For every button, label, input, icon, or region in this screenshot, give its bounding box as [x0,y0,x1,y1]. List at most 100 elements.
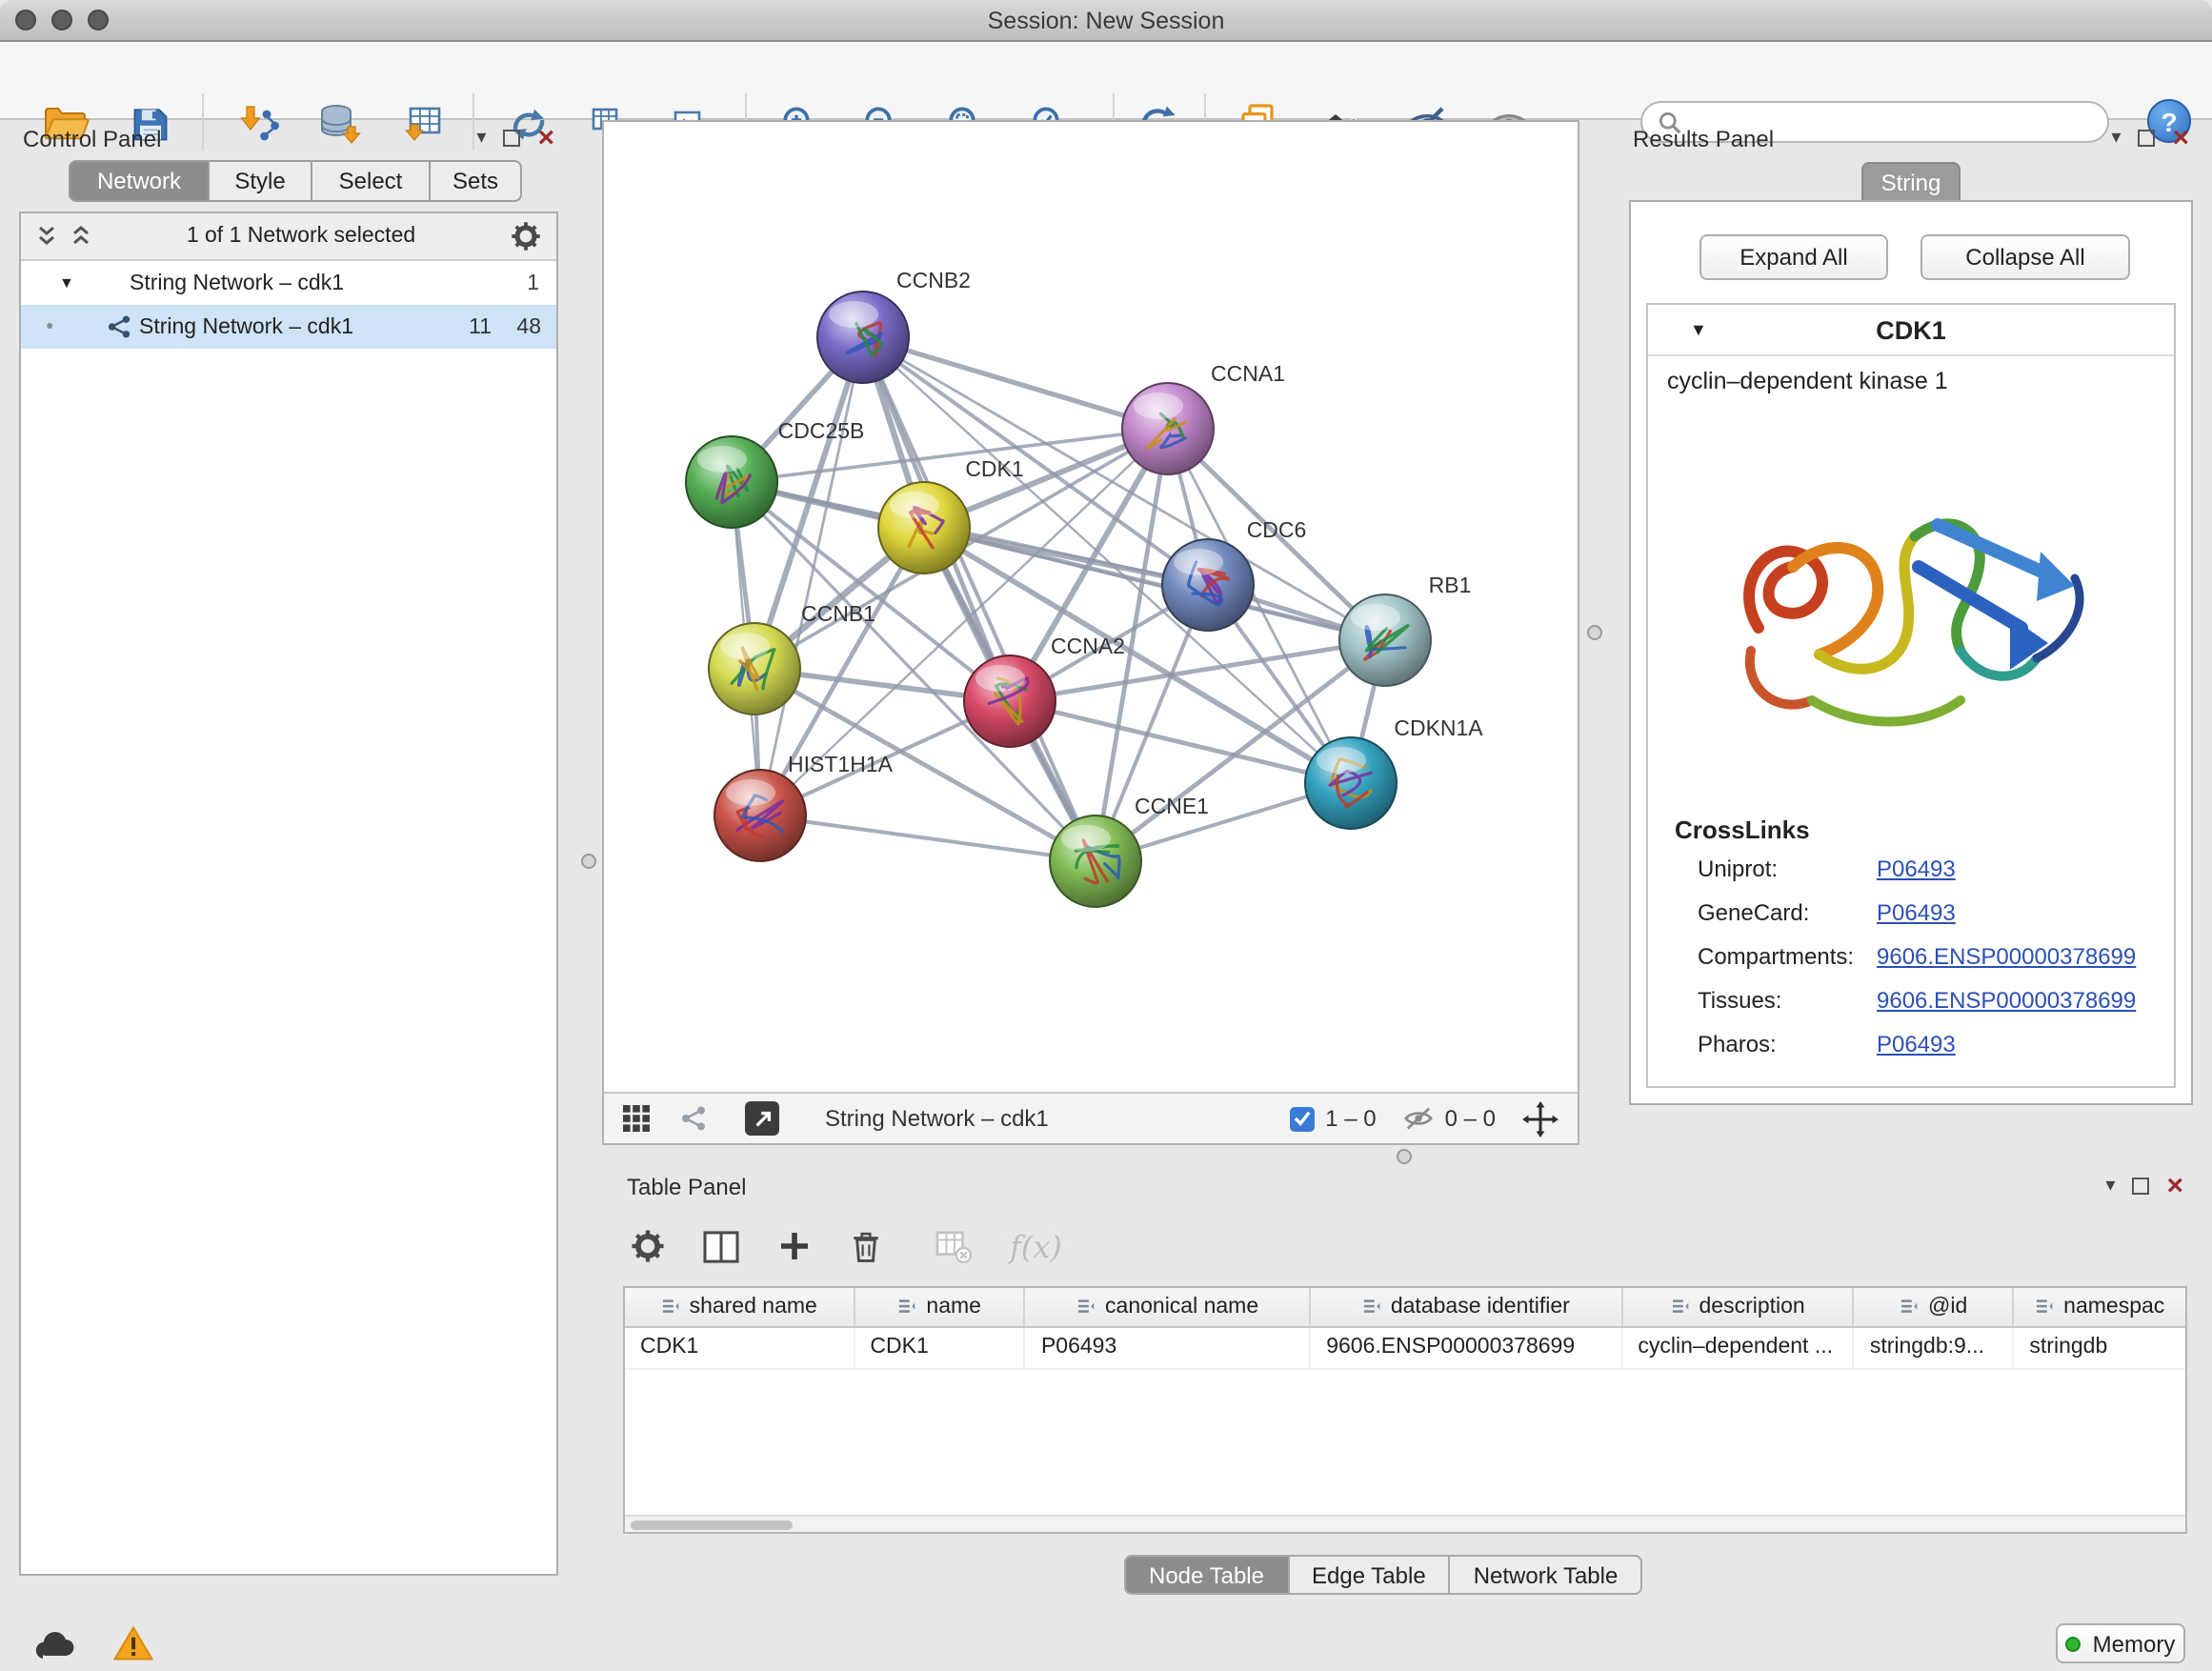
control-panel-collapse-icon[interactable]: ▾ [476,129,486,148]
memory-label: Memory [2093,1630,2176,1657]
cell-name: CDK1 [855,1328,1026,1368]
network-edge-count: 48 [516,315,541,338]
node-label-CCNA1: CCNA1 [1211,361,1285,386]
warning-status-icon[interactable] [112,1625,154,1661]
expand-all-networks-icon[interactable] [36,225,57,248]
collapse-all-networks-icon[interactable] [70,225,91,248]
table-panel-float-icon[interactable] [2132,1178,2149,1195]
string-network-icon [107,314,131,339]
table-panel-close-icon[interactable]: × [2166,1172,2183,1200]
network-view-title: String Network – cdk1 [825,1105,1049,1132]
node-label-CDC6: CDC6 [1247,517,1307,542]
control-panel-tabs: Network Style Select Sets [69,160,522,202]
delete-table-icon-disabled [935,1230,972,1262]
node-label-CDKN1A: CDKN1A [1394,715,1483,740]
network-collection-row[interactable]: ▼ String Network – cdk1 1 [21,261,556,305]
show-columns-icon[interactable] [703,1230,739,1262]
network-view-toolbar: String Network – cdk1 1 – 0 0 – 0 [604,1092,1578,1143]
column-header-database-identifier[interactable]: database identifier [1311,1288,1622,1326]
network-canvas[interactable]: CCNB2CCNA1CDC25BCDK1CDC6RB1CCNB1CCNA2CDK… [604,122,1578,1092]
table-options-gear-icon[interactable] [631,1229,665,1263]
results-panel-close-icon[interactable]: × [2172,124,2189,152]
birdseye-grid-icon[interactable] [623,1105,650,1132]
gene-description: cyclin–dependent kinase 1 [1667,368,1948,394]
bottom-splitter-grip[interactable] [1397,1149,1412,1164]
control-panel: Control Panel ▾ × Network Style Select S… [11,120,566,1608]
network-node-CDKN1A[interactable]: CDKN1A [1305,715,1483,829]
column-header-name[interactable]: name [855,1288,1026,1326]
column-label: namespac [2063,1296,2164,1319]
network-options-gear-icon[interactable] [511,221,541,252]
title-bar[interactable]: Session: New Session [0,0,2212,42]
column-header-namespace[interactable]: namespac [2014,1288,2185,1326]
cloud-status-icon[interactable] [30,1626,78,1661]
table-panel-collapse-icon[interactable]: ▾ [2105,1177,2115,1196]
memory-button[interactable]: Memory [2056,1623,2185,1663]
scrollbar-thumb[interactable] [631,1520,793,1530]
control-panel-close-icon[interactable]: × [537,124,554,152]
crosslink-value-pharos[interactable]: P06493 [1877,1031,1956,1057]
crosslink-value-uniprot[interactable]: P06493 [1877,856,1956,882]
column-header-description[interactable]: description [1622,1288,1854,1326]
left-splitter-grip[interactable] [581,854,596,869]
right-splitter-grip[interactable] [1587,625,1602,640]
open-in-browser-button[interactable] [745,1101,779,1136]
table-panel: Table Panel ▾ × [615,1168,2195,1608]
results-tab-string[interactable]: String [1861,162,1961,202]
sort-icon [2035,1298,2056,1317]
section-disclosure-icon[interactable]: ▼ [1690,320,1707,339]
add-column-plus-icon[interactable] [777,1229,812,1263]
sort-icon [661,1298,682,1317]
results-panel-header: Results Panel ▾ × [1621,120,2201,156]
crosslink-label-tissues: Tissues: [1698,987,1781,1014]
network-node-CCNA1[interactable]: CCNA1 [1122,361,1285,474]
memory-status-led [2066,1636,2081,1651]
tab-select[interactable]: Select [312,160,431,202]
network-view-panel: CCNB2CCNA1CDC25BCDK1CDC6RB1CCNB1CCNA2CDK… [602,120,1579,1145]
selected-count-checkbox[interactable] [1289,1106,1314,1131]
network-row-selected[interactable]: ● String Network – cdk1 11 48 [21,305,556,349]
crosslinks-title: CrossLinks [1675,815,1810,844]
delete-column-trash-icon[interactable] [850,1228,882,1264]
table-row[interactable]: CDK1 CDK1 P06493 9606.ENSP00000378699 cy… [625,1328,2185,1370]
control-panel-float-icon[interactable] [503,130,520,147]
collapse-all-button[interactable]: Collapse All [1920,234,2130,280]
table-panel-title: Table Panel [627,1173,746,1199]
tab-network-table[interactable]: Network Table [1451,1555,1643,1595]
column-header-shared-name[interactable]: shared name [625,1288,855,1326]
crosslink-label-pharos: Pharos: [1698,1031,1777,1057]
window-title: Session: New Session [0,7,2212,33]
network-node-HIST1H1A[interactable]: HIST1H1A [714,752,894,861]
tab-style[interactable]: Style [210,160,312,202]
network-node-RB1[interactable]: RB1 [1339,573,1471,686]
pan-crosshair-icon[interactable] [1522,1100,1558,1137]
tab-edge-table[interactable]: Edge Table [1289,1555,1451,1595]
gene-section-header[interactable]: ▼ CDK1 [1648,305,2174,356]
crosslink-value-compartments[interactable]: 9606.ENSP00000378699 [1877,943,2136,970]
formula-builder-fx-disabled: f(x) [1010,1228,1062,1264]
network-node-CDK1[interactable]: CDK1 [878,456,1024,574]
share-network-icon[interactable] [680,1105,707,1132]
column-header-id[interactable]: @id [1855,1288,2015,1326]
table-horizontal-scrollbar[interactable] [625,1515,2185,1532]
gene-symbol: CDK1 [1648,315,2174,344]
network-list-header: 1 of 1 Network selected [21,213,556,261]
results-panel-collapse-icon[interactable]: ▾ [2111,129,2121,148]
results-panel-float-icon[interactable] [2138,130,2155,147]
expand-all-button[interactable]: Expand All [1699,234,1888,280]
network-node-CCNB2[interactable]: CCNB2 [817,268,971,383]
collection-count: 1 [527,272,539,294]
table-panel-tabs: Node Table Edge Table Network Table [1124,1555,1642,1595]
node-label-CDC25B: CDC25B [778,418,865,443]
sort-icon [1671,1298,1692,1317]
tab-network[interactable]: Network [69,160,210,202]
crosslink-value-genecard[interactable]: P06493 [1877,899,1956,926]
tab-sets[interactable]: Sets [431,160,522,202]
column-label: shared name [690,1296,817,1319]
node-table: shared name name canonical name database… [623,1286,2187,1534]
column-header-canonical-name[interactable]: canonical name [1026,1288,1311,1326]
crosslink-value-tissues[interactable]: 9606.ENSP00000378699 [1877,987,2136,1014]
hidden-count: 0 – 0 [1445,1105,1496,1132]
tab-node-table[interactable]: Node Table [1124,1555,1289,1595]
collection-disclosure-icon[interactable]: ▼ [59,274,74,292]
